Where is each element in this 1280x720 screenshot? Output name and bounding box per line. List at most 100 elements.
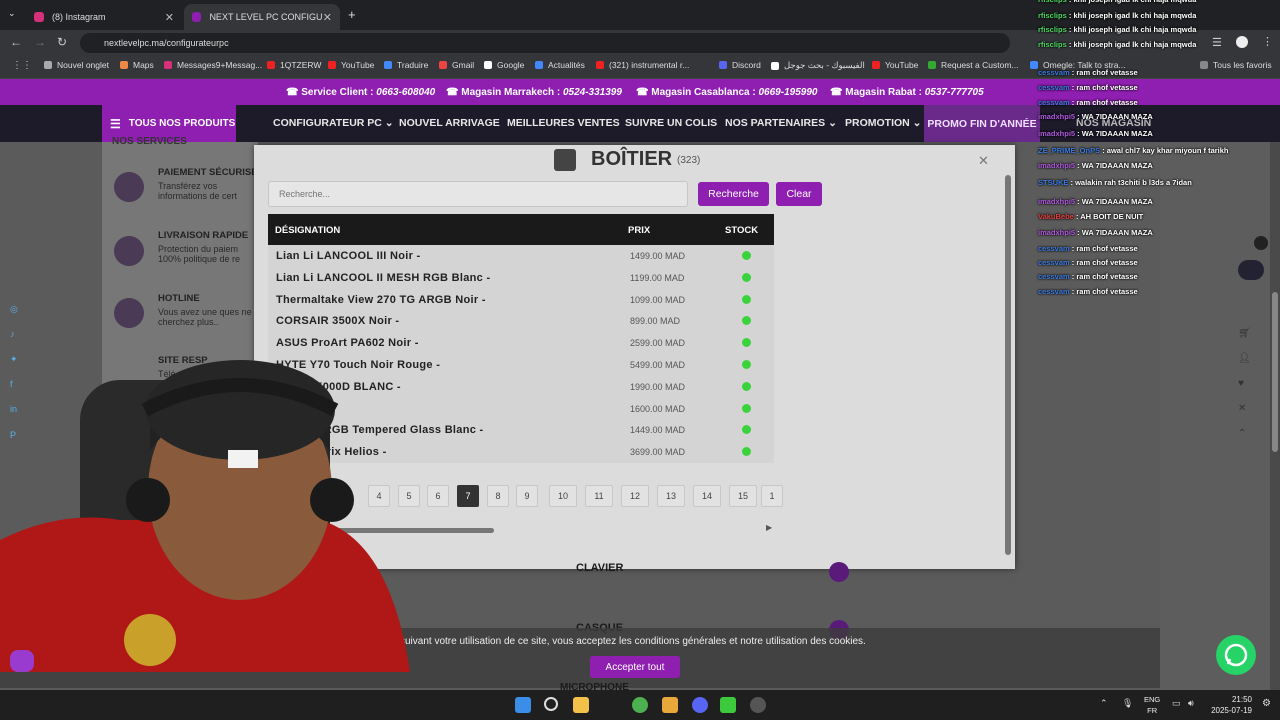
bookmark-item[interactable]: Nouvel onglet [44,60,109,70]
close-icon[interactable]: ✕ [323,11,332,24]
expand-icon[interactable] [829,562,849,582]
bookmark-item[interactable]: Gmail [439,60,474,70]
table-row[interactable]: Lian Li LANCOOL II MESH RGB Blanc - 1199.… [268,266,774,289]
tab-instagram[interactable]: (8) Instagram ✕ [26,4,182,30]
back-icon[interactable]: ← [10,35,22,49]
scroll-top-icon[interactable]: ⌃ [1238,428,1246,439]
in-stock-indicator [742,359,751,369]
accordion-clavier[interactable]: CLAVIER [576,562,623,574]
scroll-right-icon[interactable]: ▶ [766,523,772,532]
settings-icon[interactable] [750,697,766,713]
page-button[interactable]: 9 [516,485,538,507]
chat-text: ram chof vetasse [1076,287,1138,296]
tab-search-icon[interactable]: ⌄ [8,8,16,19]
bookmark-item[interactable]: الفيسبوك - بحث جوجل [771,60,865,71]
tiktok-icon[interactable]: ♪ [10,329,15,339]
gmail-icon [439,61,447,69]
table-row[interactable]: Lian Li LANCOOL III Noir - 1499.00 MAD [268,245,774,267]
app-icon[interactable] [662,697,678,713]
bookmark-item[interactable]: 1QTZERW [267,60,321,70]
table-row[interactable]: Thermaltake View 270 TG ARGB Noir - 1099.… [268,288,774,311]
nav-meilleures-ventes[interactable]: MEILLEURES VENTES [507,117,620,129]
bookmark-item[interactable]: Messages9+Messag... [164,60,262,70]
windows-start-icon[interactable] [515,697,531,713]
product-name: Lian Li LANCOOL III Noir - [276,250,421,262]
nav-promotion[interactable]: PROMOTION ⌄ [845,117,921,129]
chat-username: VakuBebe [1038,212,1074,221]
volume-icon[interactable]: 🔊︎ [1188,698,1194,709]
table-row[interactable]: CORSAIR 3500X Noir - 899.00 MAD [268,310,774,333]
tray-chevron-icon[interactable]: ⌃ [1100,698,1108,709]
file-explorer-icon[interactable] [573,697,589,713]
close-icon[interactable]: ✕ [165,11,174,24]
marrakech-info: ☎ Magasin Marrakech : 0524-331399 [446,87,622,98]
feature-item: PAIEMENT SÉCURISÉ Transférez vos informat… [158,167,258,201]
page-button[interactable]: 11 [585,485,613,507]
bookmark-item[interactable]: (321) instrumental r... [596,60,689,70]
promo-fin-annee-button[interactable]: PROMO FIN D'ANNÉE [924,105,1040,142]
chat-message: rfisclips : khli joseph igad lk chi haja… [1038,40,1197,49]
page-button[interactable]: 12 [621,485,649,507]
search-icon[interactable] [544,697,558,711]
url-input[interactable]: nextlevelpc.ma/configurateurpc [80,33,1010,53]
stream-app-icon[interactable] [720,697,736,713]
modal-scrollbar[interactable] [1005,175,1011,555]
heart-icon[interactable]: ♥ [1238,378,1244,389]
page-button[interactable]: 10 [549,485,577,507]
nav-configurateur[interactable]: CONFIGURATEUR PC ⌄ [273,117,394,129]
page-button[interactable]: 14 [693,485,721,507]
compare-icon[interactable]: ✕ [1238,403,1246,414]
chat-text: WA 7IDAAAN MAZA [1081,112,1153,121]
chat-username: cessvam [1038,244,1070,253]
clear-button[interactable]: Clear [776,182,822,206]
bookmark-item[interactable]: YouTube [328,60,374,70]
bookmark-item[interactable]: YouTube [872,60,918,70]
network-icon[interactable]: ▭ [1172,698,1181,709]
product-price: 1449.00 MAD [630,425,686,436]
bookmark-item[interactable]: Discord [719,60,761,70]
bookmark-label: Google [497,60,525,70]
product-price: 899.00 MAD [630,316,681,327]
page-button[interactable]: 1 [761,485,783,507]
instagram-icon[interactable]: ◎ [10,304,18,315]
column-header: DÉSIGNATION [275,225,341,236]
nav-partenaires[interactable]: NOS PARTENAIRES ⌄ [725,117,837,129]
discord-icon[interactable] [692,697,708,713]
bookmark-item[interactable]: Actualités [535,60,585,70]
in-stock-indicator [742,316,751,326]
feature-title: LIVRAISON RAPIDE [158,230,249,241]
apps-icon[interactable]: ⋮⋮ [12,60,32,71]
forward-icon[interactable]: → [34,35,46,49]
close-icon[interactable]: ✕ [978,153,989,169]
chat-text: AH BOIT DE NUIT [1080,212,1144,221]
accept-cookies-button[interactable]: Accepter tout [590,656,680,678]
nav-nouvel-arrivage[interactable]: NOUVEL ARRIVAGE [399,117,500,129]
chrome-icon[interactable] [632,697,648,713]
user-icon[interactable]: 👤︎ [1238,353,1251,364]
system-clock[interactable]: 21:50 2025-07-19 [1206,694,1252,716]
page-button[interactable]: 15 [729,485,757,507]
whatsapp-icon[interactable] [1216,635,1256,675]
search-input[interactable] [268,181,688,207]
chat-text: awal chl7 kay khar miyoun f tarikh [1106,146,1229,155]
notifications-icon[interactable]: ⚙ [1262,698,1271,709]
page-button[interactable]: 13 [657,485,685,507]
chat-username: cessvam [1038,98,1070,107]
page-button[interactable]: 7 [457,485,479,507]
tab-nextlevel[interactable]: NEXT LEVEL PC CONFIGURATEUR ✕ [184,4,340,30]
bookmark-item[interactable]: Google [484,60,524,70]
nav-suivre-colis[interactable]: SUIVRE UN COLIS [625,117,717,129]
page-button[interactable]: 6 [427,485,449,507]
reload-icon[interactable]: ↻ [57,35,67,49]
language-indicator[interactable]: ENG FR [1144,694,1160,716]
bookmark-item[interactable]: Traduire [384,60,428,70]
page-button[interactable]: 8 [487,485,509,507]
chat-username: cessvam [1038,258,1070,267]
bookmark-item[interactable]: Request a Custom... [928,60,1018,70]
search-button[interactable]: Recherche [698,182,769,206]
microphone-icon[interactable]: 🎙︎ [1122,698,1133,709]
bookmark-item[interactable]: Maps [120,60,154,70]
new-tab-icon[interactable]: + [348,7,356,22]
cart-icon[interactable]: 🛒︎ [1238,328,1251,339]
in-stock-indicator [742,381,751,391]
